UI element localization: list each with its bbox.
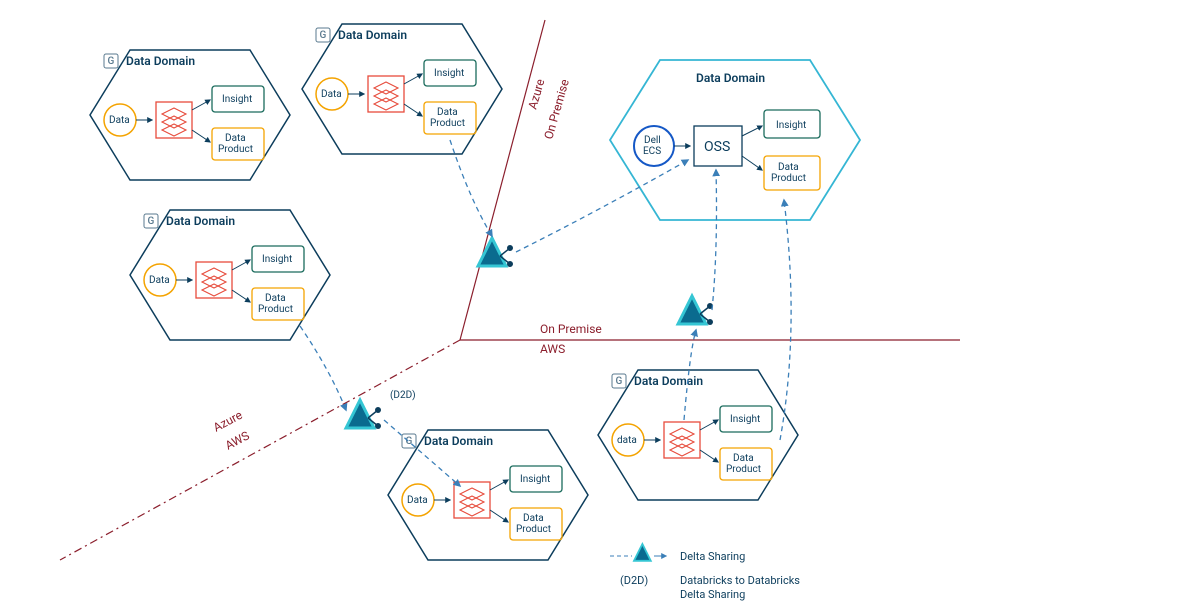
domain-title: Data Domain	[338, 28, 407, 42]
domain-title: Data Domain	[424, 434, 493, 448]
data-node: data	[617, 435, 637, 446]
legend-d2d-text: Databricks to DatabricksDelta Sharing	[680, 574, 800, 601]
insight-node: Insight	[520, 474, 550, 485]
region-azure-aws-bottom: AWS	[223, 428, 252, 452]
data-domain-hex-2: G Data Domain Data Insight DataProduct	[130, 210, 330, 340]
delta-sharing-icon	[346, 400, 381, 429]
region-azure-onpremise-right: On Premise	[541, 78, 571, 141]
data-node: Data	[407, 495, 428, 506]
svg-text:G: G	[108, 56, 115, 67]
legend-d2d-tag: (D2D)	[620, 574, 648, 587]
legend: Delta Sharing (D2D) Databricks to Databr…	[610, 544, 800, 601]
domain-title: Data Domain	[696, 71, 765, 85]
insight-node: Insight	[262, 254, 292, 265]
svg-text:G: G	[616, 376, 623, 387]
data-node: Data	[321, 89, 342, 100]
d2d-annotation: (D2D)	[390, 389, 416, 401]
insight-node: Insight	[434, 68, 464, 79]
legend-delta-sharing: Delta Sharing	[680, 550, 745, 563]
insight-node: Insight	[776, 120, 806, 131]
data-node: Data	[109, 115, 130, 126]
svg-text:G: G	[406, 436, 413, 447]
oss-domain-hex: Data Domain DellECS OSS Insight DataProd…	[610, 60, 860, 220]
delta-sharing-icon	[678, 296, 713, 325]
data-node: Data	[149, 275, 170, 286]
region-onpremise-aws-top: On Premise	[540, 322, 602, 336]
data-domain-hex-1: G Data Domain Data Insight DataProduct	[302, 24, 502, 154]
dell-ecs-node: DellECS	[643, 135, 661, 157]
domain-title: Data Domain	[166, 214, 235, 228]
oss-node: OSS	[704, 139, 730, 155]
insight-node: Insight	[222, 94, 252, 105]
svg-text:G: G	[148, 216, 155, 227]
domain-title: Data Domain	[634, 374, 703, 388]
domain-title: Data Domain	[126, 54, 195, 68]
data-domain-hex-0: G Data Domain Data Insight DataProduct	[90, 50, 290, 180]
data-domain-hex-4: G Data Domain data Insight DataProduct	[598, 370, 798, 500]
region-onpremise-aws-bottom: AWS	[540, 342, 565, 356]
insight-node: Insight	[730, 414, 760, 425]
delta-sharing-icon	[478, 238, 513, 267]
svg-text:G: G	[320, 30, 327, 41]
data-domain-hex-3: G Data Domain Data Insight DataProduct	[388, 430, 588, 560]
